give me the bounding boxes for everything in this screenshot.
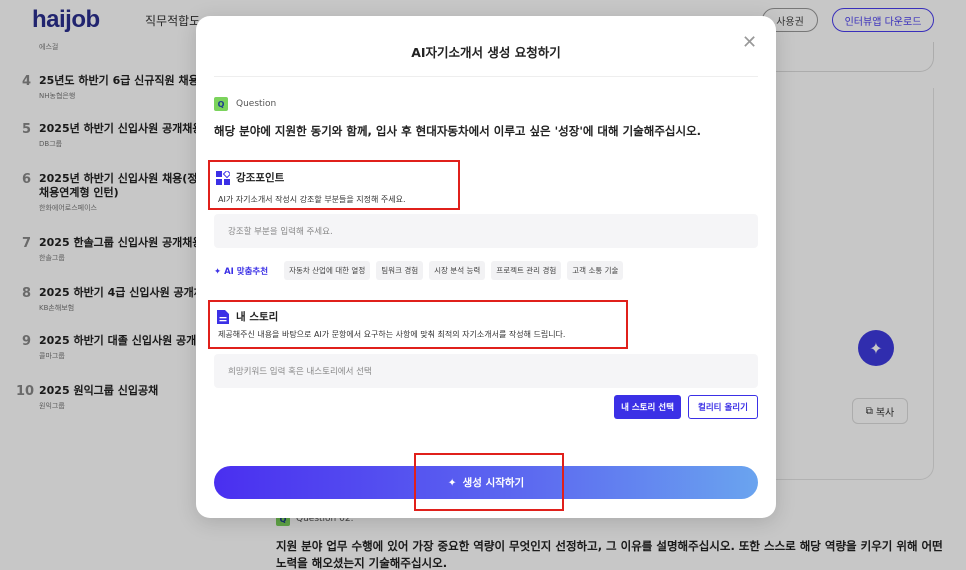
story-placeholder: 희망키워드 입력 혹은 내스토리에서 선택	[228, 367, 372, 377]
modal-title: AI자기소개서 생성 요청하기	[411, 45, 561, 60]
emphasis-title: 강조포인트	[236, 172, 285, 184]
grid-icon	[216, 170, 230, 185]
ai-recommend-label: ✦ AI 맞춤추천	[214, 266, 269, 277]
emphasis-desc: AI가 자기소개서 작성시 강조할 부분들을 지정해 주세요.	[218, 195, 406, 204]
magic-wand-icon: ✦	[214, 266, 222, 277]
recommend-chip[interactable]: 자동차 산업에 대한 열정	[284, 261, 371, 280]
story-title: 내 스토리	[236, 311, 279, 323]
story-header: 내 스토리	[216, 309, 278, 324]
start-highlight-box	[414, 453, 564, 511]
question-badge: Q	[214, 97, 228, 111]
select-story-button[interactable]: 내 스토리 선택	[614, 395, 681, 419]
close-icon[interactable]: ✕	[742, 32, 757, 53]
story-desc: 제공해주신 내용을 바탕으로 AI가 문항에서 요구하는 사항에 맞춰 최적의 …	[218, 330, 566, 339]
emphasis-header: 강조포인트	[216, 170, 284, 185]
ai-cover-letter-modal: AI자기소개서 생성 요청하기 ✕ Q Question 해당 분야에 지원한 …	[196, 16, 776, 518]
recommend-chip[interactable]: 고객 소통 기술	[567, 261, 624, 280]
recommend-chip[interactable]: 팀워크 경험	[376, 261, 424, 280]
question-text: 해당 분야에 지원한 동기와 함께, 입사 후 현대자동차에서 이루고 싶은 '…	[214, 124, 702, 138]
emphasis-input[interactable]: 강조할 부분을 입력해 주세요.	[214, 214, 758, 248]
story-highlight-box	[208, 300, 628, 349]
story-input[interactable]: 희망키워드 입력 혹은 내스토리에서 선택	[214, 354, 758, 388]
ai-recommend-row: ✦ AI 맞춤추천 자동차 산업에 대한 열정 팀워크 경험 시장 분석 능력 …	[214, 261, 624, 280]
recommend-chip[interactable]: 프로젝트 관리 경험	[491, 261, 562, 280]
question-label: Question	[236, 99, 277, 109]
recommend-chip[interactable]: 시장 분석 능력	[429, 261, 486, 280]
emphasis-placeholder: 강조할 부분을 입력해 주세요.	[228, 227, 333, 237]
document-icon	[216, 309, 230, 324]
upload-button[interactable]: 컬리티 올리기	[688, 395, 758, 419]
question-header: Q Question	[214, 97, 276, 111]
divider	[214, 76, 758, 77]
